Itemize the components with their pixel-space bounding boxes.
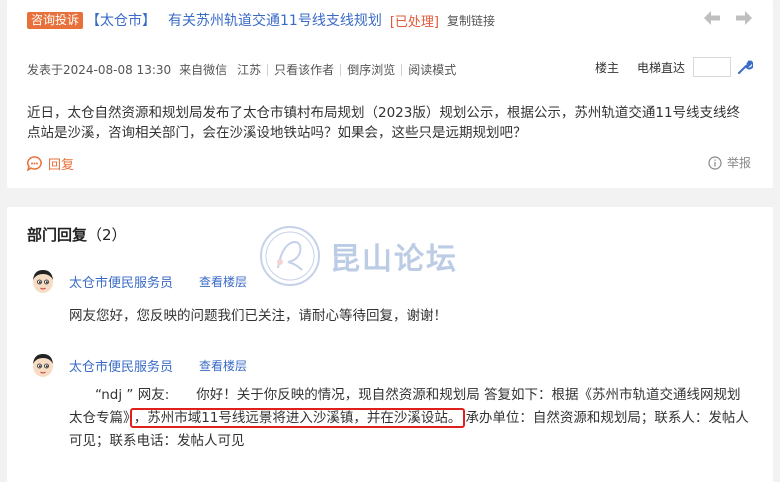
author-only-link[interactable]: 只看该作者 (274, 61, 334, 78)
floor-owner-label[interactable]: 楼主 (595, 59, 619, 76)
wrench-icon[interactable] (737, 59, 753, 75)
section-title-text: 部门回复 (27, 226, 88, 244)
watermark-logo-icon (260, 226, 320, 286)
divider (267, 63, 269, 76)
divider (401, 63, 403, 76)
post-date: 发表于2024-08-08 13:30 (27, 63, 172, 77)
info-icon (708, 155, 722, 170)
reply-author[interactable]: 太仓市便民服务员 (69, 272, 173, 291)
reply-count: （2） (87, 226, 127, 244)
watermark-text: 昆山论坛 (330, 242, 458, 277)
reverse-order-link[interactable]: 倒序浏览 (347, 61, 395, 78)
post-meta: 发表于2024-08-08 13:30 来自微信 江苏 只看该作者 倒序浏览 阅… (27, 61, 456, 78)
reply-text: 网友您好，您反映的问题我们已关注，请耐心等待回复，谢谢！ (69, 308, 447, 324)
divider (340, 63, 342, 76)
reply-text: “ndj ” 网友: 你好！关于你反映的情况，现自然资源和规划局 答复如下：根据… (69, 384, 753, 453)
read-mode-link[interactable]: 阅读模式 (408, 61, 456, 78)
avatar[interactable] (31, 268, 55, 294)
post-source: 来自微信 (179, 63, 228, 77)
post-content: 近日，太仓自然资源和规划局发布了太仓市镇村布局规划（2023版）规划公示，根据公… (27, 105, 741, 141)
reply-label: 回复 (48, 158, 75, 173)
arrow-right-icon[interactable] (735, 10, 753, 26)
floor-number-input[interactable] (693, 57, 731, 77)
arrow-left-icon[interactable] (703, 10, 721, 26)
reply-button[interactable]: 回复 (27, 154, 74, 173)
report-label: 举报 (726, 156, 751, 170)
floor-tools: 楼主 电梯直达 (595, 57, 753, 77)
view-floor-link[interactable]: 查看楼层 (199, 273, 247, 290)
report-button[interactable]: 举报 (708, 154, 751, 171)
highlighted-text: ，苏州市域11号线远景将进入沙溪镇，并在沙溪设站。 (129, 408, 466, 428)
reply-author[interactable]: 太仓市便民服务员 (69, 356, 173, 375)
post-card: 咨询投诉 【太仓市】 有关苏州轨道交通11号线支线规划 [已处理] 复制链接 发… (7, 0, 773, 188)
section-title: 部门回复（2） (27, 224, 127, 245)
city-tag[interactable]: 【太仓市】 (86, 10, 156, 30)
post-title: 有关苏州轨道交通11号线支线规划 (168, 13, 382, 29)
reply-item: 太仓市便民服务员 查看楼层 “ndj ” 网友: 你好！关于你反映的情况，现自然… (27, 352, 753, 462)
thread-nav (703, 10, 753, 26)
status-badge: [已处理] (389, 14, 439, 30)
avatar[interactable] (31, 352, 55, 378)
elevator-label: 电梯直达 (636, 60, 685, 75)
reply-icon (27, 156, 42, 171)
category-badge[interactable]: 咨询投诉 (27, 11, 84, 29)
copy-link-button[interactable]: 复制链接 (447, 12, 495, 29)
post-region: 江苏 (237, 63, 262, 77)
view-floor-link[interactable]: 查看楼层 (199, 357, 247, 374)
post-title-row: 咨询投诉 【太仓市】 有关苏州轨道交通11号线支线规划 [已处理] 复制链接 (27, 10, 495, 30)
watermark: 昆山论坛 (258, 224, 458, 288)
